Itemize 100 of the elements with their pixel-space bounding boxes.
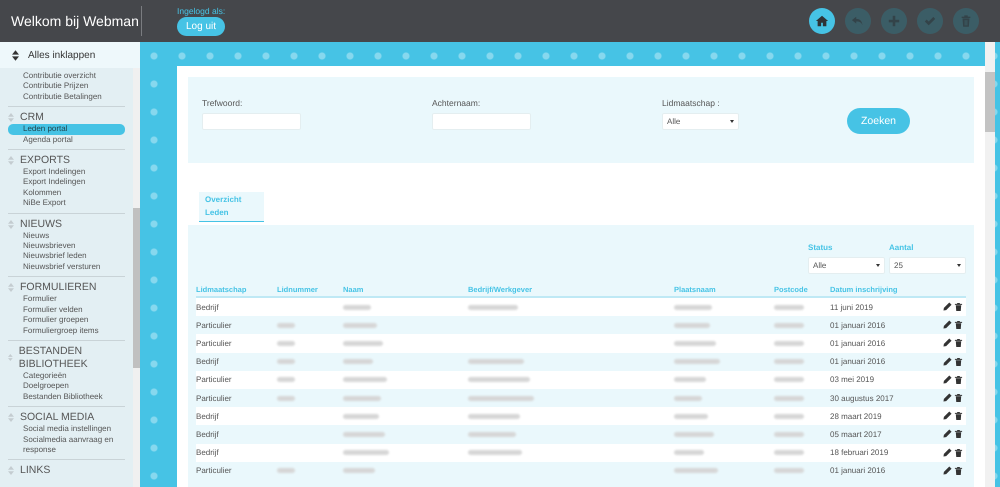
menu-section-title[interactable]: FORMULIEREN [20,281,96,294]
blurred-text [674,359,720,364]
sidebar-item[interactable]: Categorieën [8,370,125,382]
blurred-text [774,322,804,328]
blurred-text [774,359,804,364]
delete-icon[interactable] [954,429,963,440]
blurred-text [774,304,804,310]
blurred-text [674,304,712,310]
blurred-text [343,396,381,401]
delete-icon[interactable] [954,393,963,404]
check-button[interactable] [917,8,943,34]
menu-section-title[interactable]: CRM [20,111,44,124]
plus-icon [887,14,901,28]
table-cell-text: Particulier [196,338,233,348]
blurred-text [674,414,708,419]
table-cell-text: Particulier [196,394,233,403]
table-cell-text: Particulier [196,320,233,330]
blurred-text [674,322,710,328]
home-icon [815,14,829,28]
table-cell-text: 11 juni 2019 [830,302,874,312]
logged-in-label: Ingelogd als: [177,6,226,16]
sidebar-item[interactable]: Formulier velden [8,304,125,316]
table-cell-text: 01 januari 2016 [830,357,886,366]
delete-icon[interactable] [954,320,963,330]
menu-section-title[interactable]: EXPORTS [20,154,70,168]
collapse-all-button[interactable]: Alles inklappen [0,42,140,68]
blurred-text [774,468,804,474]
undo-icon [851,14,865,28]
sidebar-item[interactable]: Export Indelingen [8,177,125,188]
sort-arrows-icon [12,50,19,60]
blurred-text [674,340,716,346]
menu-section-title[interactable]: LINKS [20,464,50,478]
sidebar-item[interactable]: Formulier [8,294,125,305]
blurred-text [343,450,389,456]
blurred-text [343,414,379,419]
sidebar-item[interactable]: Contributie overzicht [8,71,125,82]
table-cell-text: 05 maart 2017 [830,430,883,439]
menu-section-title[interactable]: SOCIAL MEDIA [20,411,94,424]
blurred-text [674,432,714,437]
table-cell-text: 30 augustus 2017 [830,394,895,403]
blurred-text [774,414,804,419]
sidebar-item[interactable]: Nieuwsbrief leden [8,251,125,262]
blurred-text [774,377,804,382]
sidebar-item[interactable]: Formulier groepen [8,315,125,326]
blurred-text [674,468,718,474]
count-label: Aantal [889,243,914,252]
sidebar-item[interactable]: Formuliergroep items [8,326,125,336]
sidebar-item[interactable]: Contributie Prijzen [8,81,125,92]
sort-arrows-icon [8,156,14,166]
sidebar-item[interactable]: NiBe Export [8,198,125,209]
sidebar-item[interactable]: Nieuwsbrief versturen [8,262,125,272]
menu-section-title[interactable]: NIEUWS [20,218,62,231]
scrollbar[interactable] [133,68,140,487]
sort-arrows-icon [8,113,14,122]
sidebar-item[interactable]: Nieuwsbrieven [8,241,125,252]
blurred-text [674,396,702,401]
blurred-text [674,377,706,382]
sidebar-item[interactable]: Contributie Betalingen [8,92,125,102]
table-cell-text: 01 januari 2016 [830,320,886,330]
checkmark-icon [923,14,937,28]
status-label: Status [808,243,834,252]
table-cell-text: Bedrijf [196,302,220,312]
delete-icon[interactable] [954,356,963,367]
sidebar-item[interactable]: Socialmedia aanvraag en response [8,434,125,456]
scrollbar[interactable] [985,42,995,487]
sidebar-item[interactable]: Nieuws [8,230,125,242]
membership-dropdown[interactable]: Alle [662,113,739,130]
delete-icon[interactable] [954,374,963,385]
sidebar-item[interactable]: Kolommen [8,188,125,198]
delete-icon[interactable] [954,466,963,476]
table-cell-text: Bedrijf [196,430,220,439]
blurred-text [343,340,383,346]
delete-icon[interactable] [954,411,963,422]
delete-icon[interactable] [954,338,963,348]
blurred-text [774,340,804,346]
sidebar-item[interactable]: Export Indelingen [8,167,125,178]
app-title: Welkom bij Webman [11,13,140,29]
home-button[interactable] [809,8,835,34]
delete-icon[interactable] [954,302,963,312]
blurred-text [774,396,804,401]
field-label: Achternaam: [432,98,482,108]
sidebar-item[interactable]: Agenda portal [8,134,125,146]
lastname-input[interactable] [432,113,531,130]
table-cell-text: 01 januari 2016 [830,466,886,476]
sidebar-item[interactable]: Bestanden Bibliotheek [8,392,125,402]
sort-arrows-icon [8,413,14,422]
trash-icon [959,14,973,28]
table-cell-text: 01 januari 2016 [830,338,886,348]
status-dropdown[interactable]: Alle [808,257,885,274]
sidebar-item[interactable]: Leden portal [8,124,125,135]
table-cell-text: Bedrijf [196,357,220,366]
sidebar-item[interactable]: Social media instellingen [8,424,125,435]
blurred-text [343,322,377,328]
delete-icon[interactable] [954,448,963,458]
sidebar-item[interactable]: Doelgroepen [8,381,125,392]
count-dropdown[interactable]: 25 [889,257,966,274]
keyword-input[interactable] [202,113,301,130]
sort-arrows-icon [8,466,14,476]
table-cell-text: 28 maart 2019 [830,412,883,421]
menu-section-title[interactable]: BESTANDEN BIBLIOTHEEK [18,344,125,371]
